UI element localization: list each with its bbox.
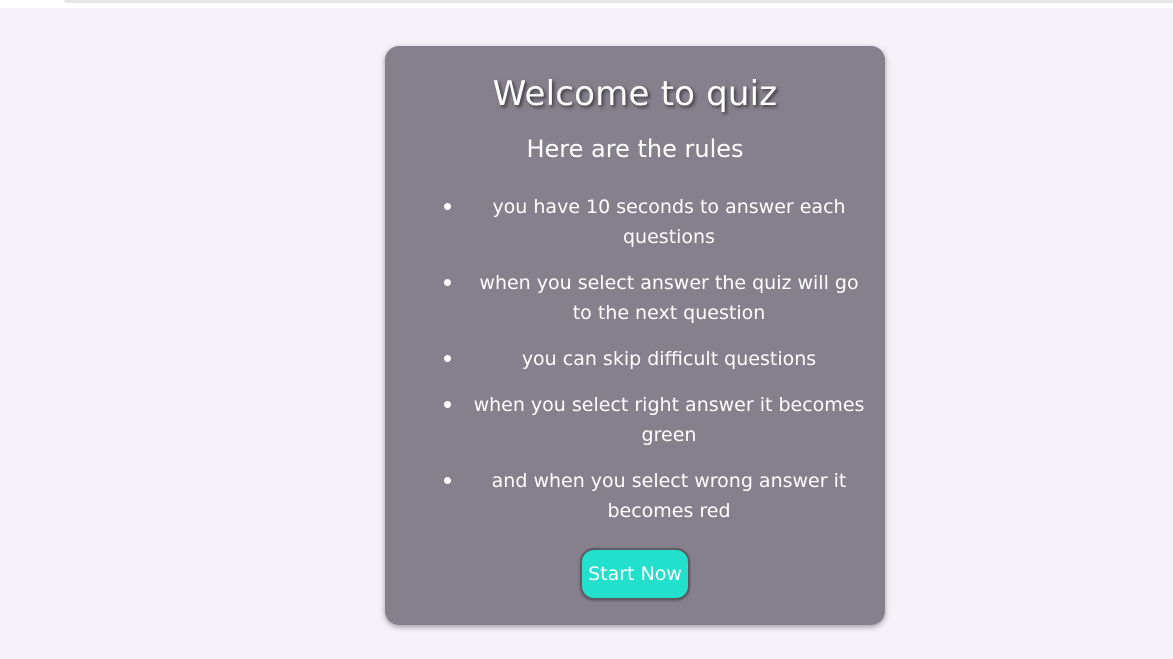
rule-item: when you select right answer it becomes … <box>435 390 865 450</box>
rule-text: you can skip difficult questions <box>521 348 817 370</box>
bullet-icon <box>444 477 451 484</box>
quiz-rules-card: Welcome to quiz Here are the rules you h… <box>385 46 885 625</box>
bullet-icon <box>444 355 451 362</box>
rule-item: you have 10 seconds to answer each quest… <box>435 192 865 252</box>
rules-list: you have 10 seconds to answer each quest… <box>435 192 865 542</box>
rule-item: when you select answer the quiz will go … <box>435 268 865 328</box>
start-now-button[interactable]: Start Now <box>580 548 690 600</box>
browser-top-strip <box>0 0 1173 8</box>
rule-text: when you select right answer it becomes … <box>473 394 865 446</box>
bullet-icon <box>444 401 451 408</box>
bullet-icon <box>444 203 451 210</box>
rule-text: when you select answer the quiz will go … <box>479 272 859 324</box>
page-title: Welcome to quiz <box>492 74 778 114</box>
rule-text: and when you select wrong answer it beco… <box>491 470 847 522</box>
bullet-icon <box>444 279 451 286</box>
rule-item: you can skip difficult questions <box>435 344 865 374</box>
rule-item: and when you select wrong answer it beco… <box>435 466 865 526</box>
rule-text: you have 10 seconds to answer each quest… <box>492 196 846 248</box>
address-bar-edge <box>64 0 1173 3</box>
rules-heading: Here are the rules <box>526 135 744 163</box>
